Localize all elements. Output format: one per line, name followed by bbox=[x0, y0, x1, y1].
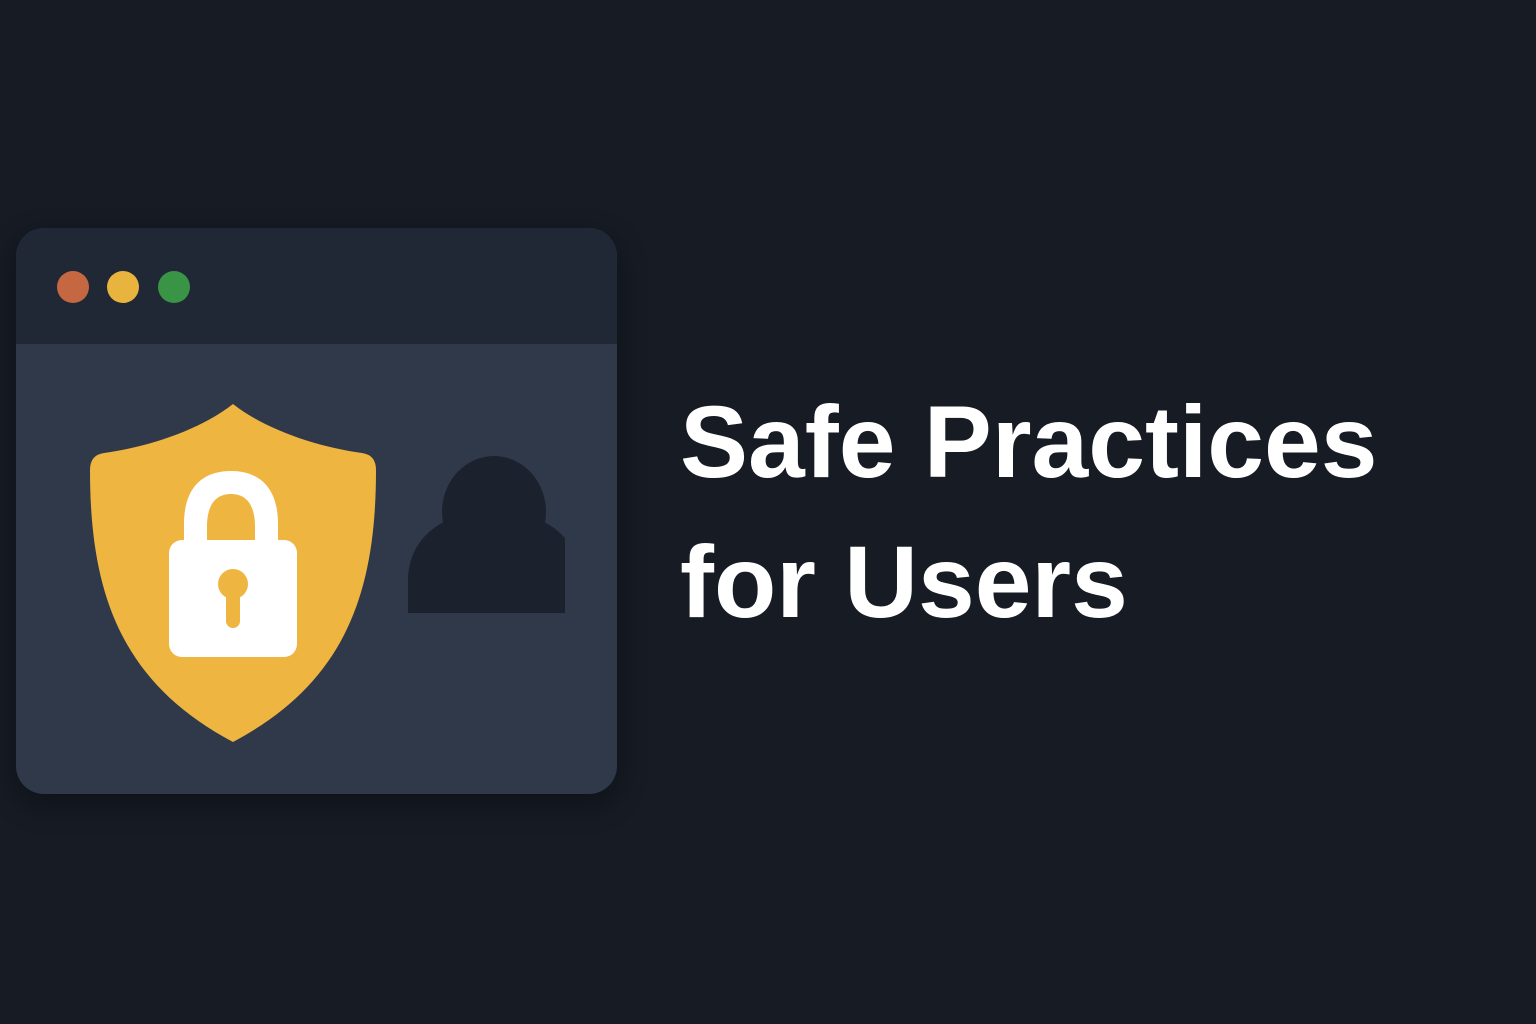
slide-canvas: Safe Practices for Users bbox=[0, 0, 1536, 1024]
browser-window-illustration bbox=[16, 228, 617, 794]
close-dot bbox=[57, 271, 89, 303]
window-title-bar bbox=[16, 228, 617, 344]
keyhole-slot bbox=[226, 586, 240, 628]
shield-icon bbox=[90, 404, 376, 742]
minimize-dot bbox=[107, 271, 139, 303]
title-line-2: for Users bbox=[680, 525, 1128, 639]
user-shoulders bbox=[408, 511, 565, 613]
window-body bbox=[16, 344, 617, 794]
title-line-1: Safe Practices bbox=[680, 385, 1378, 499]
page-title: Safe Practices for Users bbox=[680, 372, 1500, 652]
user-icon bbox=[408, 456, 565, 613]
maximize-dot bbox=[158, 271, 190, 303]
